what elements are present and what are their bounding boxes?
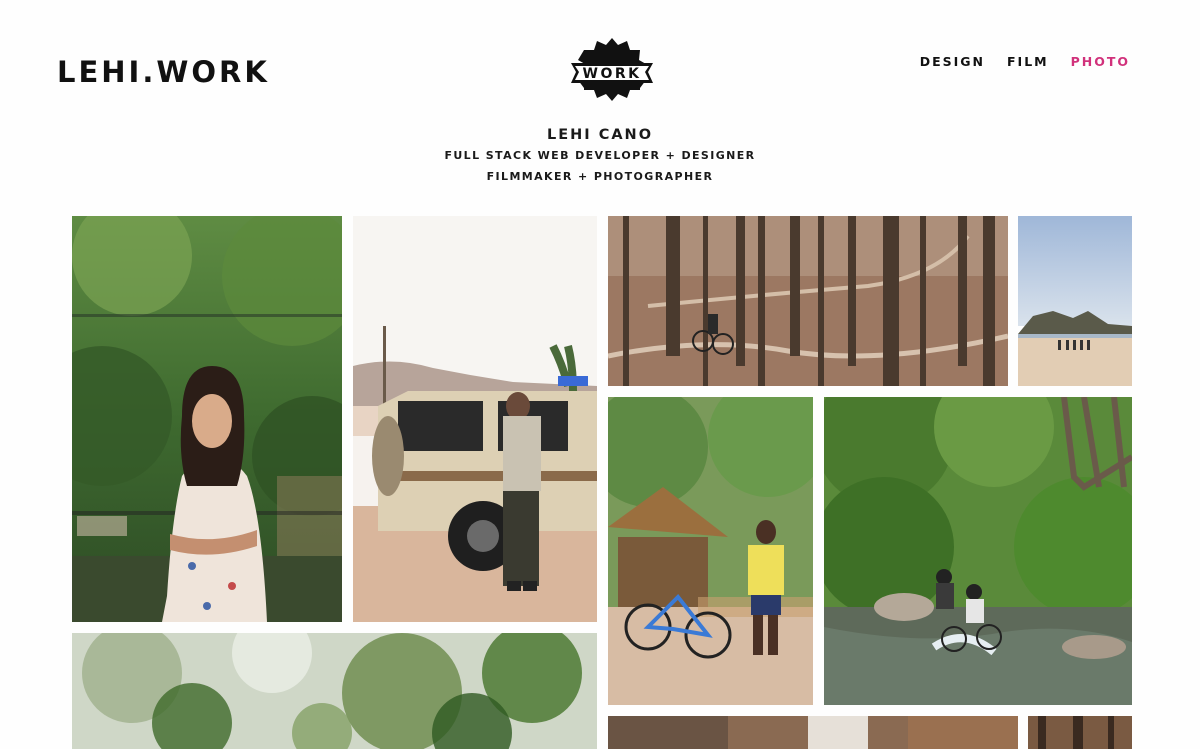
nav-design[interactable]: DESIGN bbox=[920, 54, 985, 69]
gear-badge-icon: WORK bbox=[571, 38, 653, 101]
photo-cyclists-crossing-stream[interactable] bbox=[824, 397, 1132, 705]
site-logo-link[interactable]: LEHI.WORK bbox=[57, 55, 270, 89]
photo-autumn-forest-strip[interactable] bbox=[608, 716, 1018, 749]
author-name: LEHI CANO bbox=[546, 127, 654, 143]
photo-cyclist-forest-trail[interactable] bbox=[608, 216, 1008, 386]
role-line-1: FULL STACK WEB DEVELOPER + DESIGNER bbox=[444, 149, 756, 162]
photo-forest-strip-right[interactable] bbox=[1028, 716, 1132, 749]
nav-photo[interactable]: PHOTO bbox=[1071, 54, 1130, 69]
photo-man-with-bicycle-hut[interactable] bbox=[608, 397, 813, 705]
page: LEHI.WORK WORK DESIGN FILM PHOTO LEHI CA… bbox=[0, 0, 1200, 749]
photo-woman-garden-portrait[interactable] bbox=[72, 216, 342, 622]
work-badge-logo[interactable]: WORK bbox=[568, 36, 656, 102]
photo-man-leaning-on-suv[interactable] bbox=[353, 216, 597, 622]
role-line-2: FILMMAKER + PHOTOGRAPHER bbox=[486, 170, 714, 183]
main-nav: DESIGN FILM PHOTO bbox=[920, 54, 1130, 69]
intro: LEHI CANO FULL STACK WEB DEVELOPER + DES… bbox=[0, 125, 1200, 187]
badge-text: WORK bbox=[583, 66, 642, 82]
photo-beach-hills[interactable] bbox=[1018, 216, 1132, 386]
photo-leaves-closeup[interactable] bbox=[72, 633, 597, 749]
nav-film[interactable]: FILM bbox=[1007, 54, 1049, 69]
